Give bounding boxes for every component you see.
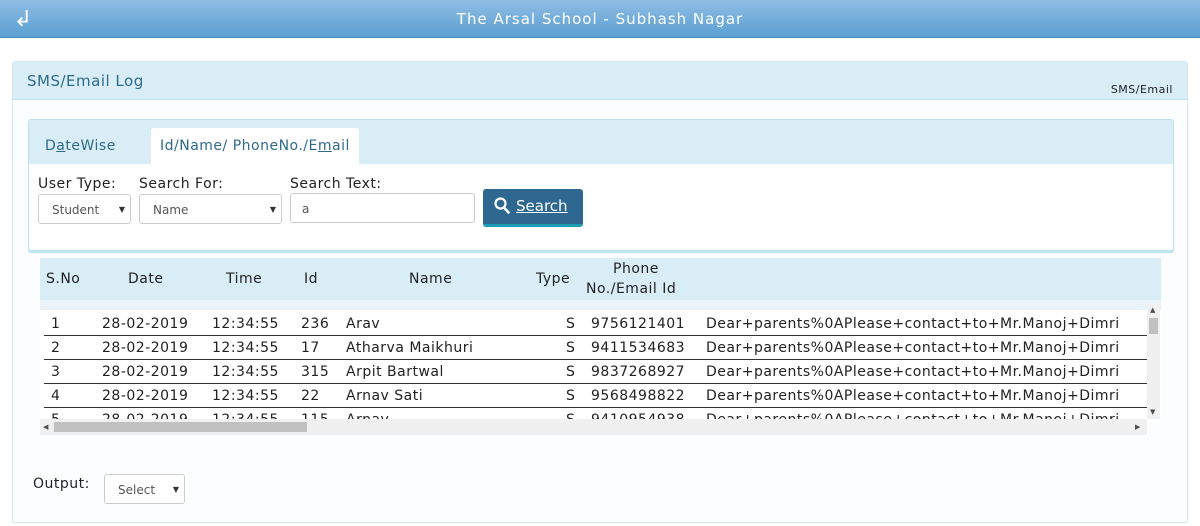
table-row[interactable]: 4 28-02-2019 12:34:55 22 Arnav Sati S 95… xyxy=(44,384,1147,408)
search-for-label: Search For: xyxy=(139,176,224,192)
search-text-input[interactable]: a xyxy=(290,193,475,223)
tab-id-name-phone-email[interactable]: Id/Name/ PhoneNo./Email xyxy=(151,128,359,164)
search-for-value: Name xyxy=(153,203,189,217)
scroll-right-icon[interactable]: ▶ xyxy=(1135,423,1140,431)
table-body: 1 28-02-2019 12:34:55 236 Arav S 9756121… xyxy=(40,310,1161,420)
vertical-scrollbar[interactable]: ▲ ▼ xyxy=(1147,304,1160,419)
search-for-select[interactable]: Name ▼ xyxy=(139,194,282,224)
col-sno: S.No xyxy=(46,271,81,287)
user-type-value: Student xyxy=(52,203,100,217)
chevron-down-icon: ▼ xyxy=(269,205,276,214)
panel-tag: SMS/Email xyxy=(1110,83,1173,96)
table-row[interactable]: 3 28-02-2019 12:34:55 315 Arpit Bartwal … xyxy=(44,360,1147,384)
horizontal-scroll-thumb[interactable] xyxy=(54,422,307,432)
col-id: Id xyxy=(304,271,319,287)
output-select[interactable]: Select ▼ xyxy=(104,474,185,504)
col-time: Time xyxy=(226,271,263,287)
table-row[interactable]: 2 28-02-2019 12:34:55 17 Atharva Maikhur… xyxy=(44,336,1147,360)
scroll-up-icon[interactable]: ▲ xyxy=(1150,306,1155,314)
app-title: The Arsal School - Subhash Nagar xyxy=(456,10,744,28)
col-phone: Phone xyxy=(613,261,659,277)
chevron-down-icon: ▼ xyxy=(118,205,125,214)
table-header: S.No Date Time Id Name Type Phone No./Em… xyxy=(40,258,1161,300)
search-icon xyxy=(494,197,510,214)
vertical-scroll-thumb[interactable] xyxy=(1149,318,1158,334)
col-date: Date xyxy=(128,271,164,287)
scroll-left-icon[interactable]: ◀ xyxy=(43,423,48,431)
output-value: Select xyxy=(118,483,156,497)
page-title: SMS/Email Log xyxy=(27,72,144,90)
col-phone-email: No./Email Id xyxy=(586,281,677,297)
tab-bar: DateWise Id/Name/ PhoneNo./Email xyxy=(29,120,1173,164)
panel-header: SMS/Email Log SMS/Email xyxy=(13,62,1187,100)
col-name: Name xyxy=(409,271,453,287)
table-spacer xyxy=(40,300,1161,310)
tab-datewise[interactable]: DateWise xyxy=(36,128,125,164)
scroll-down-icon[interactable]: ▼ xyxy=(1150,408,1155,416)
table-row[interactable]: 1 28-02-2019 12:34:55 236 Arav S 9756121… xyxy=(44,312,1147,336)
user-type-select[interactable]: Student ▼ xyxy=(38,194,131,224)
search-button[interactable]: Search xyxy=(483,189,583,227)
chevron-down-icon: ▼ xyxy=(172,485,179,494)
col-type: Type xyxy=(536,271,571,287)
app-header: ↲ The Arsal School - Subhash Nagar xyxy=(0,0,1200,38)
horizontal-scrollbar[interactable]: ◀ ▶ xyxy=(40,419,1147,435)
user-type-label: User Type: xyxy=(38,176,117,192)
search-text-label: Search Text: xyxy=(290,176,382,192)
output-label: Output: xyxy=(33,476,90,492)
search-button-label: Searc xyxy=(516,197,559,215)
